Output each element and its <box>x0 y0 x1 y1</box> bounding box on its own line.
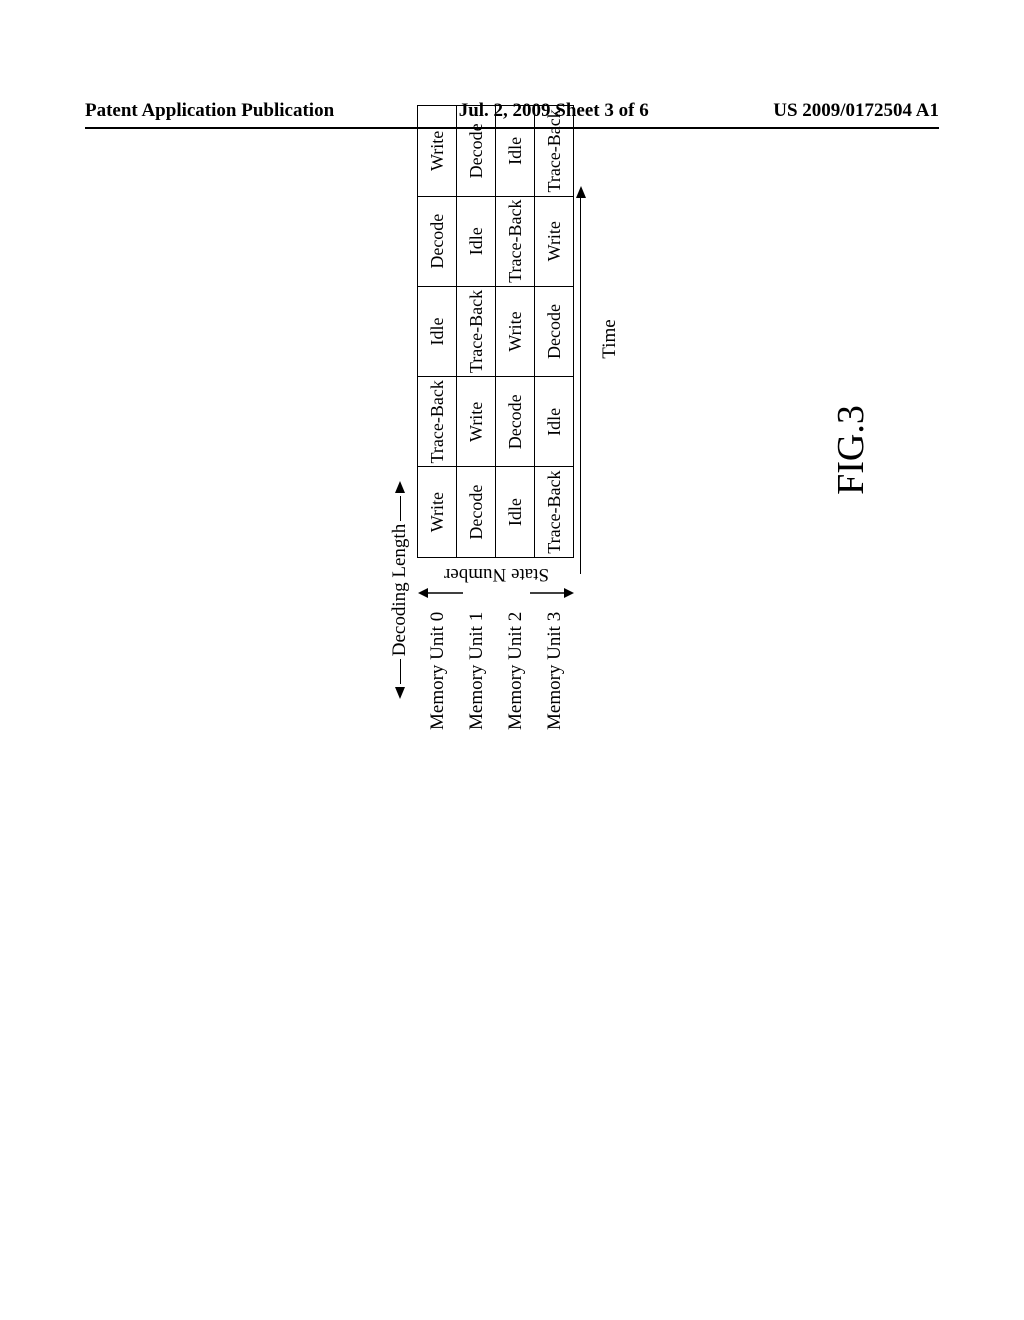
grid-cell: Idle <box>535 377 574 467</box>
grid-cell: Trace-Back <box>535 106 574 196</box>
decoding-length-line-right <box>400 496 401 521</box>
grid-cell: Idle <box>457 196 496 286</box>
arrow-right-icon <box>395 481 405 493</box>
memory-unit-label-0: Memory Unit 0 <box>418 612 457 730</box>
grid-cell: Write <box>457 377 496 467</box>
grid-cell: Decode <box>496 377 535 467</box>
memory-unit-label-1: Memory Unit 1 <box>457 612 496 730</box>
grid-cell: Write <box>535 196 574 286</box>
state-number-text: State Number <box>418 563 574 585</box>
decoding-length-text: Decoding Length <box>389 524 411 656</box>
grid-cell: Trace-Back <box>496 196 535 286</box>
arrow-right-icon <box>576 186 586 198</box>
figure-inner: Decoding Length Memory Unit 0 Memory Uni… <box>389 170 621 730</box>
grid-cell: Trace-Back <box>418 377 457 467</box>
header-right: US 2009/0172504 A1 <box>773 100 939 122</box>
grid-cell: Decode <box>457 106 496 196</box>
memory-unit-label-3: Memory Unit 3 <box>535 612 574 730</box>
grid-cell: Write <box>496 286 535 376</box>
grid-cell: Trace-Back <box>535 467 574 557</box>
figure-rotated-container: Decoding Length Memory Unit 0 Memory Uni… <box>230 75 780 825</box>
grid-cell: Decode <box>535 286 574 376</box>
memory-unit-label-2: Memory Unit 2 <box>496 612 535 730</box>
time-axis-label: Time <box>599 54 621 624</box>
grid-cell: Idle <box>496 467 535 557</box>
decoding-length-line-left <box>400 659 401 684</box>
time-axis: Time <box>580 54 621 574</box>
grid-cell: Decode <box>457 467 496 557</box>
table-row: Idle Decode Write Trace-Back Idle <box>496 106 535 558</box>
grid-cell: Write <box>418 467 457 557</box>
grid-cell: Write <box>418 106 457 196</box>
table-row: Trace-Back Idle Decode Write Trace-Back <box>535 106 574 558</box>
state-number-axis <box>418 585 574 600</box>
figure-content-row: Memory Unit 0 Memory Unit 1 Memory Unit … <box>417 170 574 730</box>
arrow-left-icon <box>395 687 405 699</box>
grid-cell: Decode <box>418 196 457 286</box>
figure-caption: FIG.3 <box>829 405 873 495</box>
memory-unit-labels: Memory Unit 0 Memory Unit 1 Memory Unit … <box>418 612 574 730</box>
grid-cell: Idle <box>418 286 457 376</box>
grid-cell: Trace-Back <box>457 286 496 376</box>
state-timing-grid: Write Trace-Back Idle Decode Write Decod… <box>417 105 574 558</box>
table-row: Write Trace-Back Idle Decode Write <box>418 106 457 558</box>
grid-cell: Idle <box>496 106 535 196</box>
time-axis-line <box>580 194 581 574</box>
decoding-length-label-row: Decoding Length <box>389 310 411 870</box>
table-row: Decode Write Trace-Back Idle Decode <box>457 106 496 558</box>
